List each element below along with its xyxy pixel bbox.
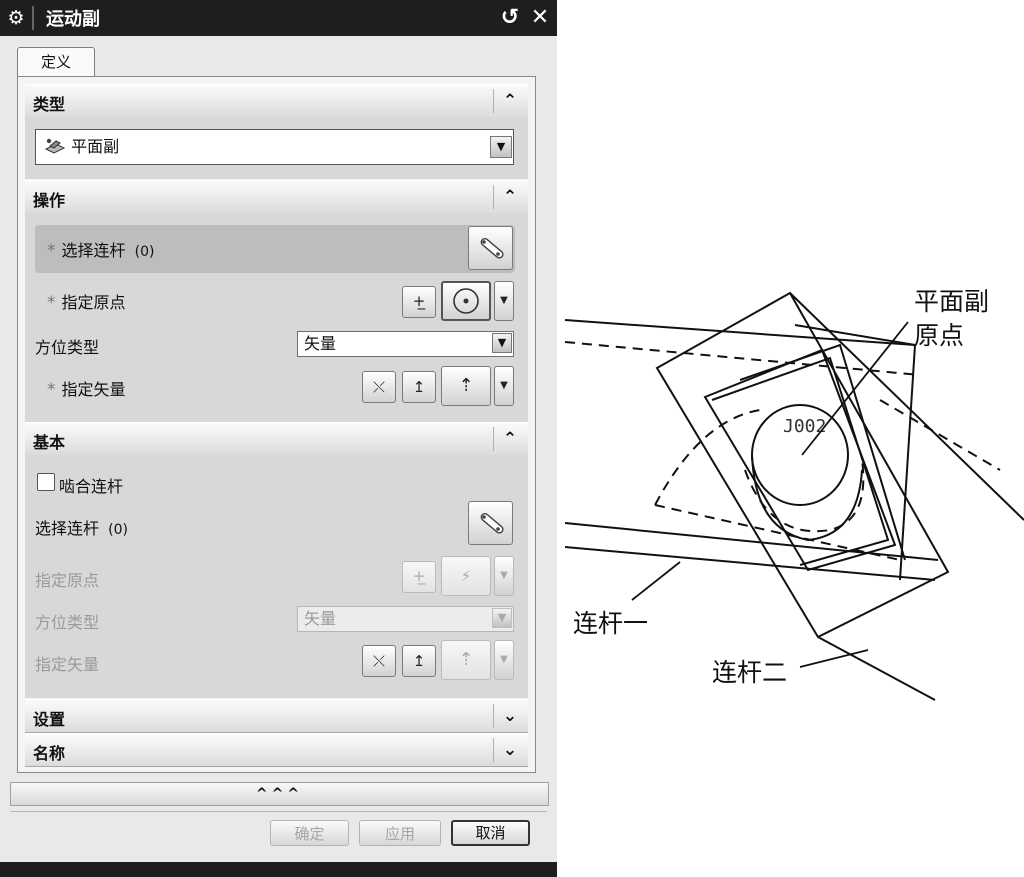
base-vector-dialog-button[interactable]: ↥	[402, 645, 436, 677]
base-vector-type-button[interactable]: ⇡	[441, 640, 491, 680]
link-two-edge	[817, 636, 936, 701]
chevron-up-icon[interactable]: ⌃	[498, 89, 522, 113]
base-select-link-row: 选择连杆 (0)	[35, 515, 128, 539]
vector-dialog-button[interactable]: ↥	[402, 371, 436, 403]
link-one-edge	[564, 319, 916, 346]
apply-button[interactable]: 应用	[359, 820, 441, 846]
op-orientation-type-value: 矢量	[304, 334, 337, 353]
op-select-link-count: (0)	[134, 244, 155, 260]
joint-type-value: 平面副	[71, 137, 120, 156]
hidden-edge	[654, 504, 901, 561]
chevron-down-icon[interactable]: ▼	[494, 640, 514, 680]
tab-definition[interactable]: 定义	[17, 47, 95, 78]
motion-joint-dialog: ⚙ 运动副 ↺ ✕ 定义 类型 ⌃ 平面副 ▼ 操作 ⌃ * 选择连杆 (0) …	[0, 0, 557, 877]
base-origin-type-button[interactable]: ⚡	[441, 556, 491, 596]
op-specify-vector-row: * 指定矢量	[47, 380, 126, 400]
leader-line	[631, 561, 681, 601]
chevron-down-icon[interactable]: ⌄	[498, 704, 522, 728]
base-orientation-type-value: 矢量	[304, 609, 337, 628]
callout-link-two: 连杆二	[712, 658, 788, 687]
gear-icon[interactable]: ⚙	[6, 8, 26, 28]
section-type-label: 类型	[33, 95, 66, 114]
base-specify-origin-label: 指定原点	[35, 571, 100, 590]
section-header-type[interactable]: 类型 ⌃	[25, 84, 528, 118]
titlebar-separator	[32, 6, 34, 30]
required-asterisk: *	[47, 241, 56, 261]
hidden-edge	[564, 341, 921, 376]
reverse-direction-button[interactable]: ⤬	[362, 371, 396, 403]
link-icon	[480, 237, 504, 259]
point-constructor-icon: +̲	[412, 567, 426, 585]
callout-link-one: 连杆一	[573, 609, 649, 638]
close-icon[interactable]: ✕	[527, 4, 553, 32]
chevron-down-icon[interactable]: ▼	[494, 281, 514, 321]
base-point-dialog-button[interactable]: +̲	[402, 561, 436, 593]
chevron-down-icon[interactable]: ⌄	[498, 738, 522, 762]
vector-type-button[interactable]: ⇡	[441, 366, 491, 406]
section-operation-label: 操作	[33, 191, 66, 210]
vector-constructor-icon: ↥	[412, 378, 426, 396]
callout-origin: 原点	[914, 321, 965, 350]
base-specify-vector-label: 指定矢量	[35, 655, 100, 674]
base-select-link-label: 选择连杆	[35, 519, 100, 538]
section-header-base[interactable]: 基本 ⌃	[25, 422, 528, 456]
section-header-settings[interactable]: 设置 ⌄	[25, 699, 528, 733]
mesh-link-checkbox[interactable]	[37, 473, 55, 491]
inferred-vector-icon: ⇡	[458, 649, 474, 670]
point-dialog-button[interactable]: +̲	[402, 286, 436, 318]
section-body-type: 平面副 ▼	[25, 117, 528, 179]
section-name-label: 名称	[33, 744, 66, 763]
more-options-bar[interactable]: ^^^	[10, 782, 549, 806]
section-body-base: 啮合连杆 选择连杆 (0) 指定原点 +̲ ⚡ ▼ 方位类型 矢量 ▼ 指定矢量…	[25, 455, 528, 698]
vector-constructor-icon: ↥	[412, 652, 426, 670]
dialog-title: 运动副	[46, 9, 100, 30]
section-header-operation[interactable]: 操作 ⌃	[25, 180, 528, 214]
reverse-direction-icon: ⤬	[372, 652, 385, 670]
inferred-point-icon: ⚡	[460, 567, 472, 585]
hidden-edge	[879, 399, 1001, 471]
plane-joint-icon	[44, 138, 66, 154]
section-body-operation: * 选择连杆 (0) * 指定原点 +̲ ▼ 方位类型 矢量 ▼ * 指定矢量 ⤬ ↥…	[25, 213, 528, 423]
chevron-down-icon[interactable]: ▼	[494, 366, 514, 406]
chevron-down-icon[interactable]: ▼	[492, 333, 512, 353]
reset-icon[interactable]: ↺	[497, 4, 523, 32]
callout-plane-joint: 平面副	[914, 287, 990, 316]
joint-type-select[interactable]: 平面副 ▼	[35, 129, 514, 165]
base-orientation-type-select[interactable]: 矢量 ▼	[297, 606, 514, 632]
circle-center-icon	[453, 288, 479, 314]
section-base-label: 基本	[33, 433, 66, 452]
mesh-link-label: 啮合连杆	[59, 477, 124, 496]
dialog-titlebar: ⚙ 运动副 ↺ ✕	[0, 0, 557, 36]
origin-point-type-button[interactable]	[441, 281, 491, 321]
chevron-up-icon[interactable]: ⌃	[498, 427, 522, 451]
op-specify-vector-label: 指定矢量	[61, 380, 126, 399]
base-orientation-type-label: 方位类型	[35, 613, 100, 632]
section-header-name[interactable]: 名称 ⌄	[25, 733, 528, 767]
chevron-down-icon[interactable]: ▼	[490, 136, 512, 158]
select-link-button[interactable]	[468, 226, 513, 270]
link-icon	[480, 512, 504, 534]
base-select-link-count: (0)	[108, 522, 128, 538]
chevron-down-icon[interactable]: ▼	[492, 608, 512, 628]
op-select-link-label: 选择连杆	[61, 241, 126, 260]
cancel-button[interactable]: 取消	[451, 820, 530, 846]
op-orientation-type-select[interactable]: 矢量 ▼	[297, 331, 514, 357]
chevron-down-icon[interactable]: ▼	[494, 556, 514, 596]
chevron-up-icon[interactable]: ⌃	[498, 185, 522, 209]
link-one-edge	[564, 546, 936, 581]
inferred-vector-icon: ⇡	[458, 375, 474, 396]
op-orientation-type-label: 方位类型	[35, 338, 100, 357]
op-specify-origin-label: 指定原点	[61, 293, 126, 312]
op-specify-origin-row: * 指定原点	[47, 293, 126, 313]
hidden-edge	[654, 409, 761, 506]
point-constructor-icon: +̲	[412, 292, 426, 310]
reverse-direction-icon: ⤬	[372, 378, 385, 396]
joint-cylinder-side	[751, 454, 863, 542]
base-reverse-direction-button[interactable]: ⤬	[362, 645, 396, 677]
op-select-link-row: * 选择连杆 (0)	[47, 237, 154, 261]
section-settings-label: 设置	[33, 710, 66, 729]
base-select-link-button[interactable]	[468, 501, 513, 545]
ok-button[interactable]: 确定	[270, 820, 349, 846]
inner-plate-edge	[711, 356, 890, 566]
